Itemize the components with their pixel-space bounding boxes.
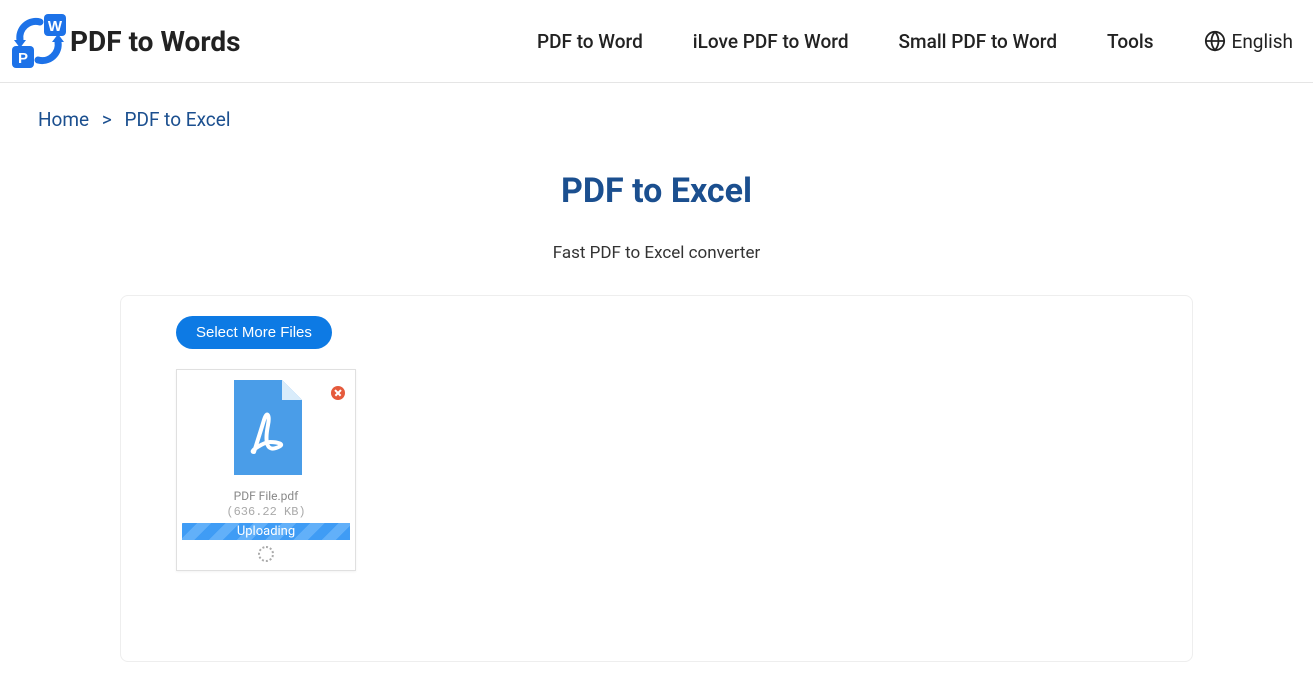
language-selector[interactable]: English [1204, 30, 1293, 53]
file-card: PDF File.pdf (636.22 KB) Uploading [176, 369, 356, 571]
nav-tools[interactable]: Tools [1107, 30, 1153, 53]
nav-pdf-to-word[interactable]: PDF to Word [537, 30, 643, 53]
globe-icon [1204, 30, 1226, 52]
select-more-files-button[interactable]: Select More Files [176, 316, 332, 349]
pdf-file-icon [226, 380, 306, 475]
upload-progress-bar: Uploading [182, 523, 350, 540]
breadcrumb: Home > PDF to Excel [0, 83, 1313, 146]
converter-panel: Select More Files PDF File.pdf (636.22 K… [120, 295, 1193, 662]
nav-ilove-pdf-to-word[interactable]: iLove PDF to Word [693, 30, 849, 53]
svg-text:P: P [18, 50, 28, 67]
logo[interactable]: W P PDF to Words [10, 12, 240, 70]
file-size: (636.22 KB) [177, 505, 355, 519]
logo-icon: W P [10, 12, 68, 70]
page-title: PDF to Excel [0, 171, 1313, 211]
svg-text:W: W [48, 18, 63, 35]
loading-spinner-icon [258, 546, 274, 562]
main-nav: PDF to Word iLove PDF to Word Small PDF … [537, 30, 1293, 53]
language-label: English [1232, 30, 1293, 53]
file-name: PDF File.pdf [177, 489, 355, 503]
brand-name: PDF to Words [70, 25, 240, 58]
nav-small-pdf-to-word[interactable]: Small PDF to Word [899, 30, 1058, 53]
page-subtitle: Fast PDF to Excel converter [0, 243, 1313, 263]
breadcrumb-current[interactable]: PDF to Excel [125, 108, 231, 131]
remove-file-button[interactable] [331, 386, 345, 400]
header: W P PDF to Words PDF to Word iLove PDF t… [0, 0, 1313, 83]
breadcrumb-home[interactable]: Home [38, 108, 89, 131]
breadcrumb-separator: > [102, 108, 112, 131]
